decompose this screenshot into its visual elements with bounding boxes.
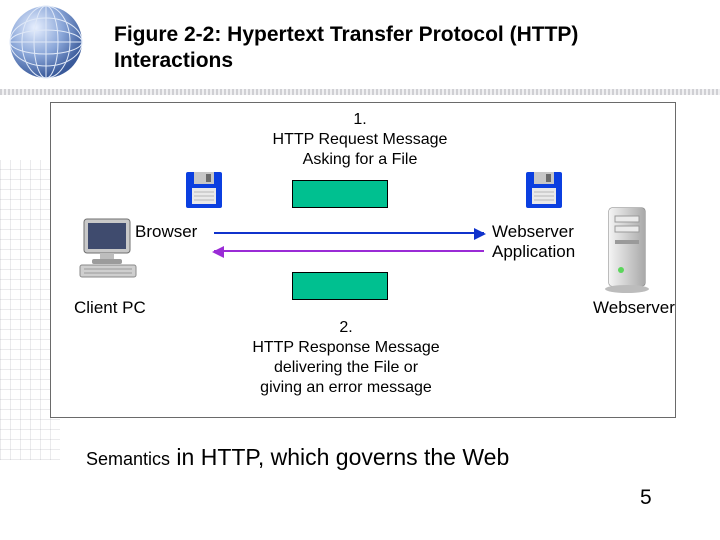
caption-prefix: Semantics: [86, 449, 170, 469]
webserver-icon: [601, 204, 653, 299]
step1-line2: Asking for a File: [230, 150, 490, 170]
page-number: 5: [640, 486, 652, 510]
slide: Figure 2-2: Hypertext Transfer Protocol …: [0, 0, 720, 540]
request-box: [292, 180, 388, 208]
decorative-stripe: [0, 89, 720, 95]
step1-line1: HTTP Request Message: [230, 130, 490, 150]
step2-line1: HTTP Response Message: [219, 338, 473, 358]
step1-caption: 1. HTTP Request Message Asking for a Fil…: [230, 110, 490, 170]
floppy-disk-icon: [184, 170, 224, 215]
webserver-label: Webserver: [593, 298, 675, 318]
caption-rest: in HTTP, which governs the Web: [170, 444, 509, 470]
step2-number: 2.: [219, 318, 473, 338]
step1-number: 1.: [230, 110, 490, 130]
client-pc-label: Client PC: [74, 298, 146, 318]
step2-line2: delivering the File or: [219, 358, 473, 378]
request-arrow: [214, 232, 484, 234]
browser-label: Browser: [135, 222, 197, 242]
response-box: [292, 272, 388, 300]
step2-line3: giving an error message: [219, 378, 473, 398]
webserver-application-label: Webserver Application: [492, 222, 602, 261]
step2-caption: 2. HTTP Response Message delivering the …: [219, 318, 473, 398]
slide-caption: Semantics in HTTP, which governs the Web: [86, 444, 509, 471]
floppy-disk-icon: [524, 170, 564, 215]
response-arrow: [214, 250, 484, 252]
globe-icon: [4, 4, 104, 89]
figure-title: Figure 2-2: Hypertext Transfer Protocol …: [114, 22, 674, 75]
